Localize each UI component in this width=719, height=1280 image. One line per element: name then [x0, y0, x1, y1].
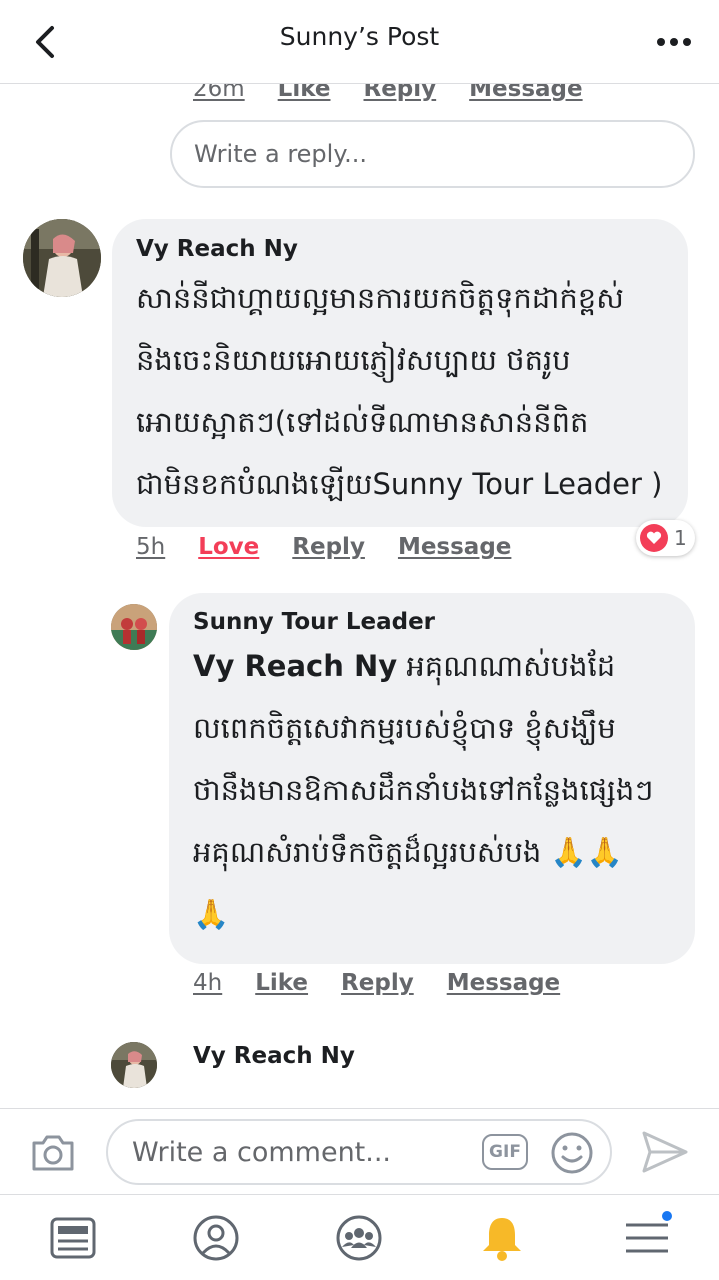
smiley-icon: [551, 1132, 593, 1174]
like-button[interactable]: Like: [255, 970, 308, 996]
tab-groups[interactable]: [334, 1213, 384, 1263]
camera-button[interactable]: [30, 1131, 76, 1173]
comment-author[interactable]: Sunny Tour Leader: [193, 609, 435, 635]
tab-news-feed[interactable]: [48, 1213, 98, 1263]
avatar[interactable]: [111, 1042, 157, 1088]
reply-actions: 4h Like Reply Message: [193, 970, 593, 996]
avatar[interactable]: [111, 604, 157, 650]
more-dot: [683, 38, 691, 46]
comment-composer: Write a comment... GIF: [0, 1108, 719, 1194]
emoji-button[interactable]: [550, 1131, 594, 1175]
comment-line: និងចេះនិយាយអោយភ្ញៀវសប្បាយ ថតរូប: [136, 343, 571, 377]
message-button[interactable]: Message: [469, 84, 582, 102]
bell-icon: [483, 1218, 521, 1261]
comment-line: សាន់នីជាហ្គាយល្អមានការយកចិត្តទុកដាក់ខ្ពស…: [136, 281, 624, 315]
reply-placeholder: Write a reply...: [194, 140, 368, 168]
groups-icon: [336, 1215, 382, 1261]
reaction-count: 1: [674, 526, 687, 550]
reply-button[interactable]: Reply: [341, 970, 414, 996]
more-options-button[interactable]: [657, 36, 691, 48]
camera-icon: [32, 1135, 74, 1171]
heart-icon: [640, 524, 668, 552]
news-feed-icon: [50, 1217, 96, 1259]
comment-author[interactable]: Vy Reach Ny: [193, 1043, 355, 1069]
comment-placeholder: Write a comment...: [132, 1137, 392, 1168]
like-button[interactable]: Like: [278, 84, 331, 102]
comment-actions: 5h Love Reply Message: [136, 534, 544, 560]
top-bar: Sunny’s Post: [0, 0, 719, 84]
comment-line: អគុណសំរាប់ទឹកចិត្តដ៏ល្អរបស់បង 🙏🙏: [193, 835, 623, 869]
user-photo: [111, 604, 157, 650]
comment-line: ជាមិនខកបំណងឡើយSunny Tour Leader ): [136, 467, 663, 501]
comment-author[interactable]: Vy Reach Ny: [136, 236, 298, 262]
comment-line: 🙏: [193, 897, 230, 931]
comment-text: Vy Reach Ny អគុណណាស់បងដែ លពេកចិត្តសេវាកម…: [193, 635, 693, 945]
avatar[interactable]: [23, 219, 101, 297]
reply-button[interactable]: Reply: [292, 534, 365, 560]
comment-time[interactable]: 5h: [136, 534, 165, 560]
previous-reply-actions: 26m Like Reply Message: [193, 84, 616, 102]
message-button[interactable]: Message: [447, 970, 560, 996]
comment-line: លពេកចិត្តសេវាកម្មរបស់ខ្ញុំបាទ ខ្ញុំសង្ឃឹ…: [193, 711, 616, 745]
gif-button[interactable]: GIF: [482, 1134, 528, 1170]
reaction-summary[interactable]: 1: [636, 520, 695, 556]
tab-profile[interactable]: [191, 1213, 241, 1263]
more-dots-icon: [657, 38, 665, 46]
previous-reply-time[interactable]: 26m: [193, 84, 245, 102]
user-photo: [23, 219, 101, 297]
message-button[interactable]: Message: [398, 534, 511, 560]
tab-notifications[interactable]: [477, 1213, 527, 1263]
comment-bubble: Vy Reach Ny សាន់នីជាហ្គាយល្អមានការយកចិត្…: [112, 219, 688, 527]
comment-text: សាន់នីជាហ្គាយល្អមានការយកចិត្តទុកដាក់ខ្ពស…: [136, 267, 681, 515]
send-button[interactable]: [640, 1129, 690, 1175]
love-button[interactable]: Love: [198, 534, 259, 560]
comment-line-rest: អគុណណាស់បងដែ: [397, 649, 616, 683]
comment-line: Vy Reach Ny អគុណណាស់បងដែ: [193, 635, 693, 697]
comment-input[interactable]: Write a comment... GIF: [106, 1119, 612, 1185]
reply-button[interactable]: Reply: [364, 84, 437, 102]
page-title: Sunny’s Post: [279, 22, 440, 51]
reply-time[interactable]: 4h: [193, 970, 222, 996]
comment-line: ថានឹងមានឱកាសដឹកនាំបងទៅកន្លែងផ្សេងៗ: [193, 773, 654, 807]
comment-line: អោយស្អាតៗ(ទៅដល់ទីណាមានសាន់នីពិត: [136, 405, 589, 439]
comments-feed[interactable]: 26m Like Reply Message Write a reply... …: [0, 84, 719, 1108]
reply-input[interactable]: Write a reply...: [170, 120, 695, 188]
notification-dot: [660, 1209, 674, 1223]
tab-menu[interactable]: [622, 1209, 674, 1263]
profile-icon: [193, 1215, 239, 1261]
mention-link[interactable]: Vy Reach Ny: [193, 649, 397, 683]
bottom-tab-bar: [0, 1194, 719, 1280]
more-dot: [670, 38, 678, 46]
user-photo: [111, 1042, 157, 1088]
reply-bubble: Sunny Tour Leader Vy Reach Ny អគុណណាស់បង…: [169, 593, 695, 964]
send-icon: [642, 1131, 688, 1173]
